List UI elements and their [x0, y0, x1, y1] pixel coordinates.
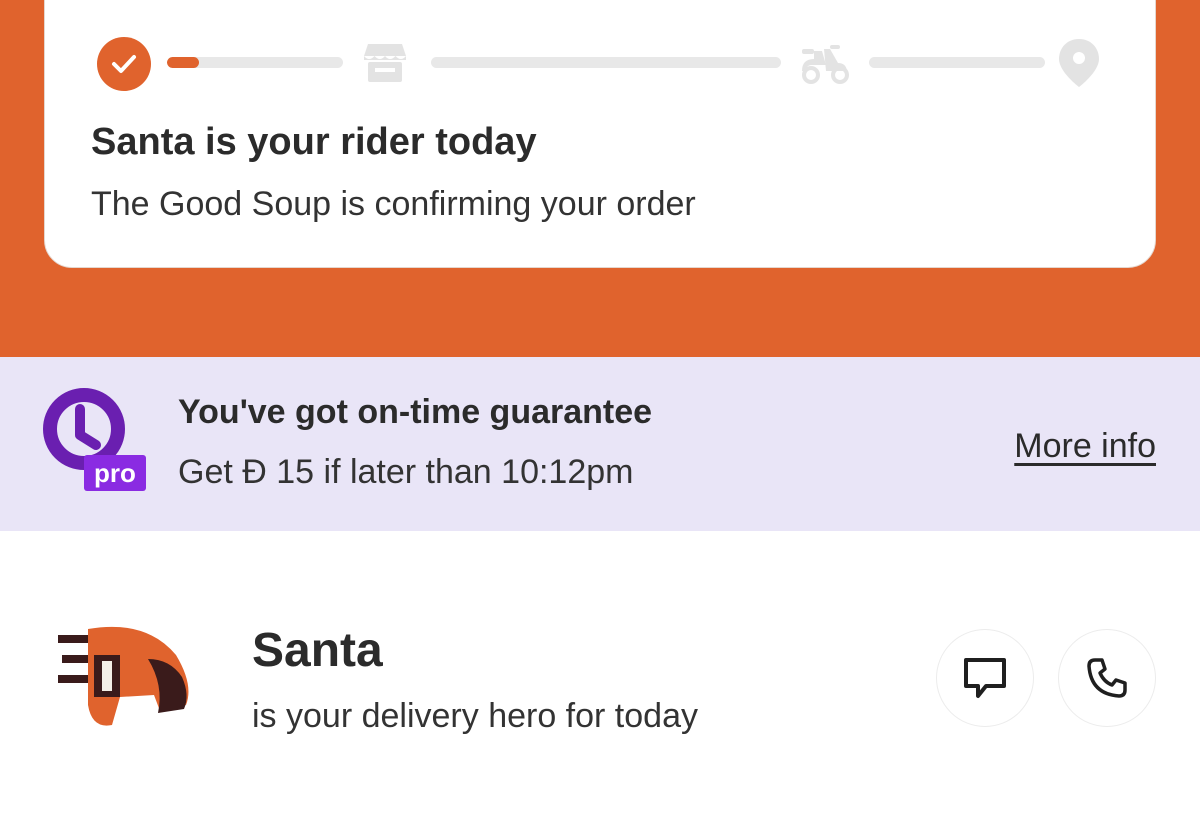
order-status-title: Santa is your rider today: [91, 121, 537, 163]
scooter-icon: [799, 37, 851, 89]
delivery-hero-logo: [58, 625, 194, 733]
progress-segment-1: [167, 57, 343, 68]
rider-section: Santa is your delivery hero for today: [0, 531, 1200, 825]
check-icon: [97, 37, 151, 91]
phone-icon: [1087, 658, 1127, 698]
progress-segment-2: [431, 57, 781, 68]
location-pin-icon: [1053, 37, 1105, 89]
chat-icon: [964, 658, 1006, 698]
progress-segment-fill: [167, 57, 199, 68]
guarantee-title: You've got on-time guarantee: [178, 393, 653, 431]
chat-button[interactable]: [936, 629, 1034, 727]
order-status-subtitle: The Good Soup is confirming your order: [91, 185, 696, 223]
on-time-guarantee-banner: pro You've got on-time guarantee Get Đ 1…: [0, 357, 1200, 531]
more-info-link[interactable]: More info: [1014, 427, 1156, 466]
pro-clock-badge: pro: [42, 387, 148, 497]
rider-name: Santa: [252, 624, 383, 677]
guarantee-subtitle: Get Đ 15 if later than 10:12pm: [178, 453, 634, 491]
progress-segment-3: [869, 57, 1045, 68]
call-button[interactable]: [1058, 629, 1156, 727]
order-status-card: Santa is your rider today The Good Soup …: [44, 0, 1156, 268]
order-progress-tracker: [45, 0, 1155, 91]
store-icon: [359, 37, 411, 89]
pro-badge-label: pro: [94, 457, 136, 488]
rider-subtitle: is your delivery hero for today: [252, 697, 698, 735]
